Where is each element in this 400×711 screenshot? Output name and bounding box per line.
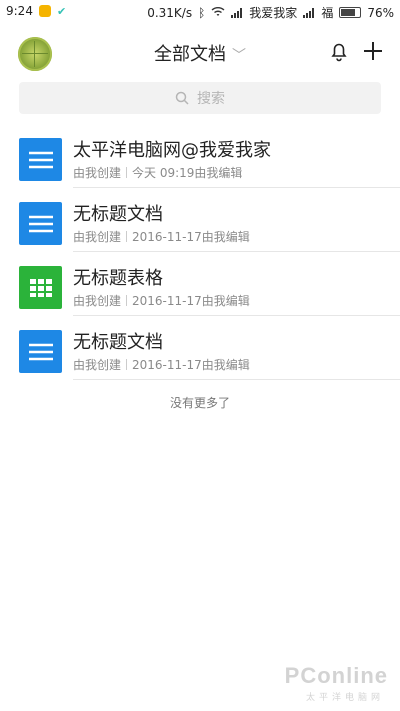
document-creator: 由我创建 (73, 166, 122, 180)
check-icon: ✔ (56, 4, 67, 18)
watermark-logo: PConline (284, 663, 388, 688)
carrier-2: 福 (321, 6, 334, 20)
status-bar: 9:24 ✔ 0.31K/s ᛒ 我爱我家 福 76% (0, 0, 400, 22)
bluetooth-icon: ᛒ (198, 5, 206, 20)
document-meta: 由我创建 2016-11-17由我编辑 (73, 356, 250, 373)
document-name: 无标题表格 (73, 268, 163, 289)
divider (73, 379, 400, 380)
app-notification-icon (38, 5, 51, 17)
document-icon (19, 330, 62, 373)
document-name: 无标题文档 (73, 332, 163, 353)
document-meta: 由我创建 今天 09:19由我编辑 (73, 164, 242, 181)
document-name: 无标题文档 (73, 204, 163, 225)
net-speed: 0.31K/s (147, 5, 193, 20)
chevron-down-icon: ﹀ (232, 48, 246, 64)
document-icon (19, 138, 62, 181)
list-item[interactable]: 无标题表格 由我创建 2016-11-17由我编辑 (0, 250, 400, 316)
document-edited: 2016-11-17由我编辑 (132, 294, 250, 308)
document-meta: 由我创建 2016-11-17由我编辑 (73, 228, 250, 245)
list-item[interactable]: 无标题文档 由我创建 2016-11-17由我编辑 (0, 314, 400, 380)
signal-icon-2 (303, 7, 315, 18)
app-header: 全部文档 ﹀ (0, 30, 400, 76)
document-creator: 由我创建 (73, 294, 122, 308)
search-icon (175, 91, 189, 105)
document-edited: 今天 09:19由我编辑 (132, 166, 243, 180)
meta-divider (126, 167, 128, 178)
battery-icon (339, 7, 362, 18)
document-edited: 2016-11-17由我编辑 (132, 358, 250, 372)
status-time: 9:24 (6, 4, 33, 18)
document-edited: 2016-11-17由我编辑 (132, 230, 250, 244)
search-input[interactable]: 搜索 (19, 82, 381, 114)
document-creator: 由我创建 (73, 358, 122, 372)
carrier-1: 我爱我家 (249, 6, 298, 20)
signal-icon (231, 7, 243, 18)
meta-divider (126, 295, 128, 306)
no-more-text: 没有更多了 (169, 396, 230, 410)
document-name: 太平洋电脑网@我爱我家 (73, 140, 271, 161)
meta-divider (126, 231, 128, 242)
list-item[interactable]: 无标题文档 由我创建 2016-11-17由我编辑 (0, 186, 400, 252)
search-placeholder: 搜索 (197, 91, 225, 107)
add-icon[interactable] (360, 38, 386, 64)
document-meta: 由我创建 2016-11-17由我编辑 (73, 292, 250, 309)
document-icon (19, 202, 62, 245)
battery-level: 76% (367, 5, 394, 20)
wifi-icon (211, 6, 225, 20)
watermark-subtitle: 太平洋电脑网 (305, 693, 384, 703)
bell-icon[interactable] (328, 40, 350, 62)
spreadsheet-icon (19, 266, 62, 309)
page-title: 全部文档 (154, 44, 226, 65)
document-creator: 由我创建 (73, 230, 122, 244)
meta-divider (126, 359, 128, 370)
document-list: 太平洋电脑网@我爱我家 由我创建 今天 09:19由我编辑 无标题文档 由我创建 2… (0, 122, 400, 380)
list-item[interactable]: 太平洋电脑网@我爱我家 由我创建 今天 09:19由我编辑 (0, 122, 400, 188)
